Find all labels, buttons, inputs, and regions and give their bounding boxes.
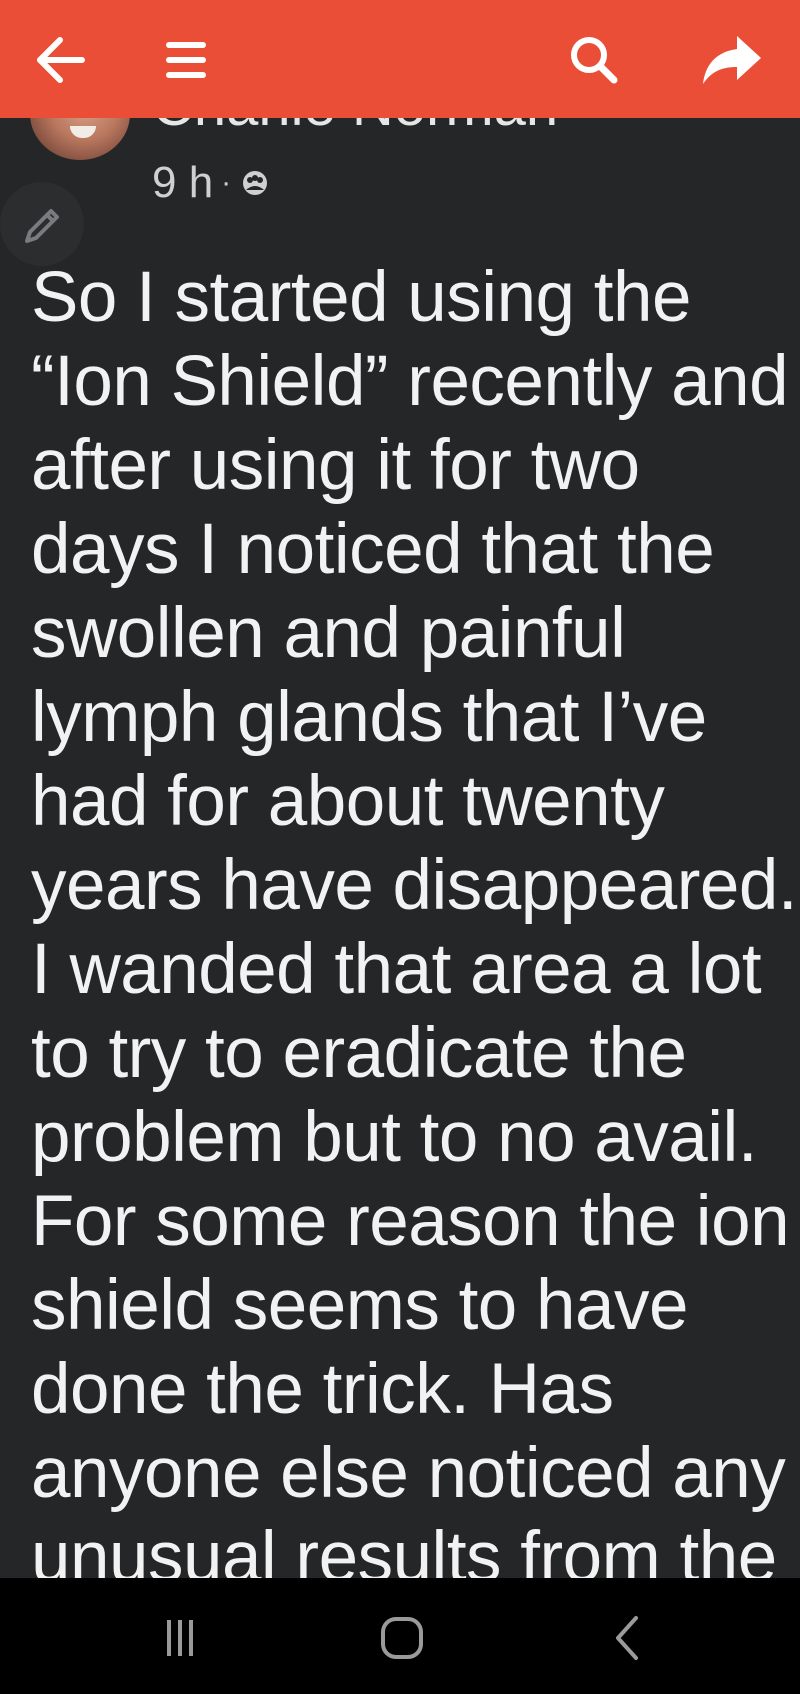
top-app-bar: [0, 0, 800, 118]
post-time[interactable]: 9 h: [152, 158, 213, 208]
screen: Charlie Norman 9 h · So I started using …: [0, 0, 800, 1694]
post-meta: 9 h ·: [152, 158, 269, 208]
post-body-line: problem but to no avail.: [31, 1098, 758, 1177]
post-body-line: done the trick. Has: [31, 1350, 614, 1429]
post-body-line: had for about twenty: [31, 762, 665, 841]
post-body-line: For some reason the ion: [31, 1182, 790, 1261]
avatar-smile: [70, 126, 96, 138]
home-button[interactable]: [364, 1600, 440, 1676]
post-body: So I started using the “Ion Shield” rece…: [31, 256, 800, 1600]
search-icon: [571, 37, 618, 84]
post-body-line: to try to eradicate the: [31, 1014, 687, 1093]
back-chevron-icon: [616, 1616, 638, 1660]
share-button[interactable]: [694, 22, 770, 98]
post-body-line: days I noticed that the: [31, 510, 715, 589]
post-body-line: I wanded that area a lot: [31, 930, 762, 1009]
post-body-line: lymph glands that I’ve: [31, 678, 707, 757]
home-icon: [381, 1617, 423, 1659]
group-privacy-icon: [243, 171, 268, 195]
hamburger-menu-icon: [166, 42, 206, 78]
post-body-line: years have disappeared.: [31, 846, 798, 925]
share-icon: [703, 36, 761, 84]
menu-button[interactable]: [148, 22, 224, 98]
post-body-line: swollen and painful: [31, 594, 626, 673]
post-body-line: shield seems to have: [31, 1266, 688, 1345]
pencil-icon: [25, 209, 59, 243]
search-button[interactable]: [556, 22, 632, 98]
system-back-button[interactable]: [590, 1600, 666, 1676]
post-body-line: So I started using the: [31, 258, 691, 337]
post-body-line: “Ion Shield” recently and: [31, 342, 789, 421]
system-navigation-bar: [0, 1578, 800, 1694]
recents-button[interactable]: [142, 1600, 218, 1676]
post-body-line: anyone else noticed any: [31, 1434, 786, 1513]
edit-button[interactable]: [0, 182, 84, 266]
arrow-left-icon: [37, 37, 85, 83]
back-button[interactable]: [22, 22, 98, 98]
recents-icon: [167, 1620, 193, 1656]
post-body-line: after using it for two: [31, 426, 640, 505]
meta-separator: ·: [221, 166, 232, 199]
